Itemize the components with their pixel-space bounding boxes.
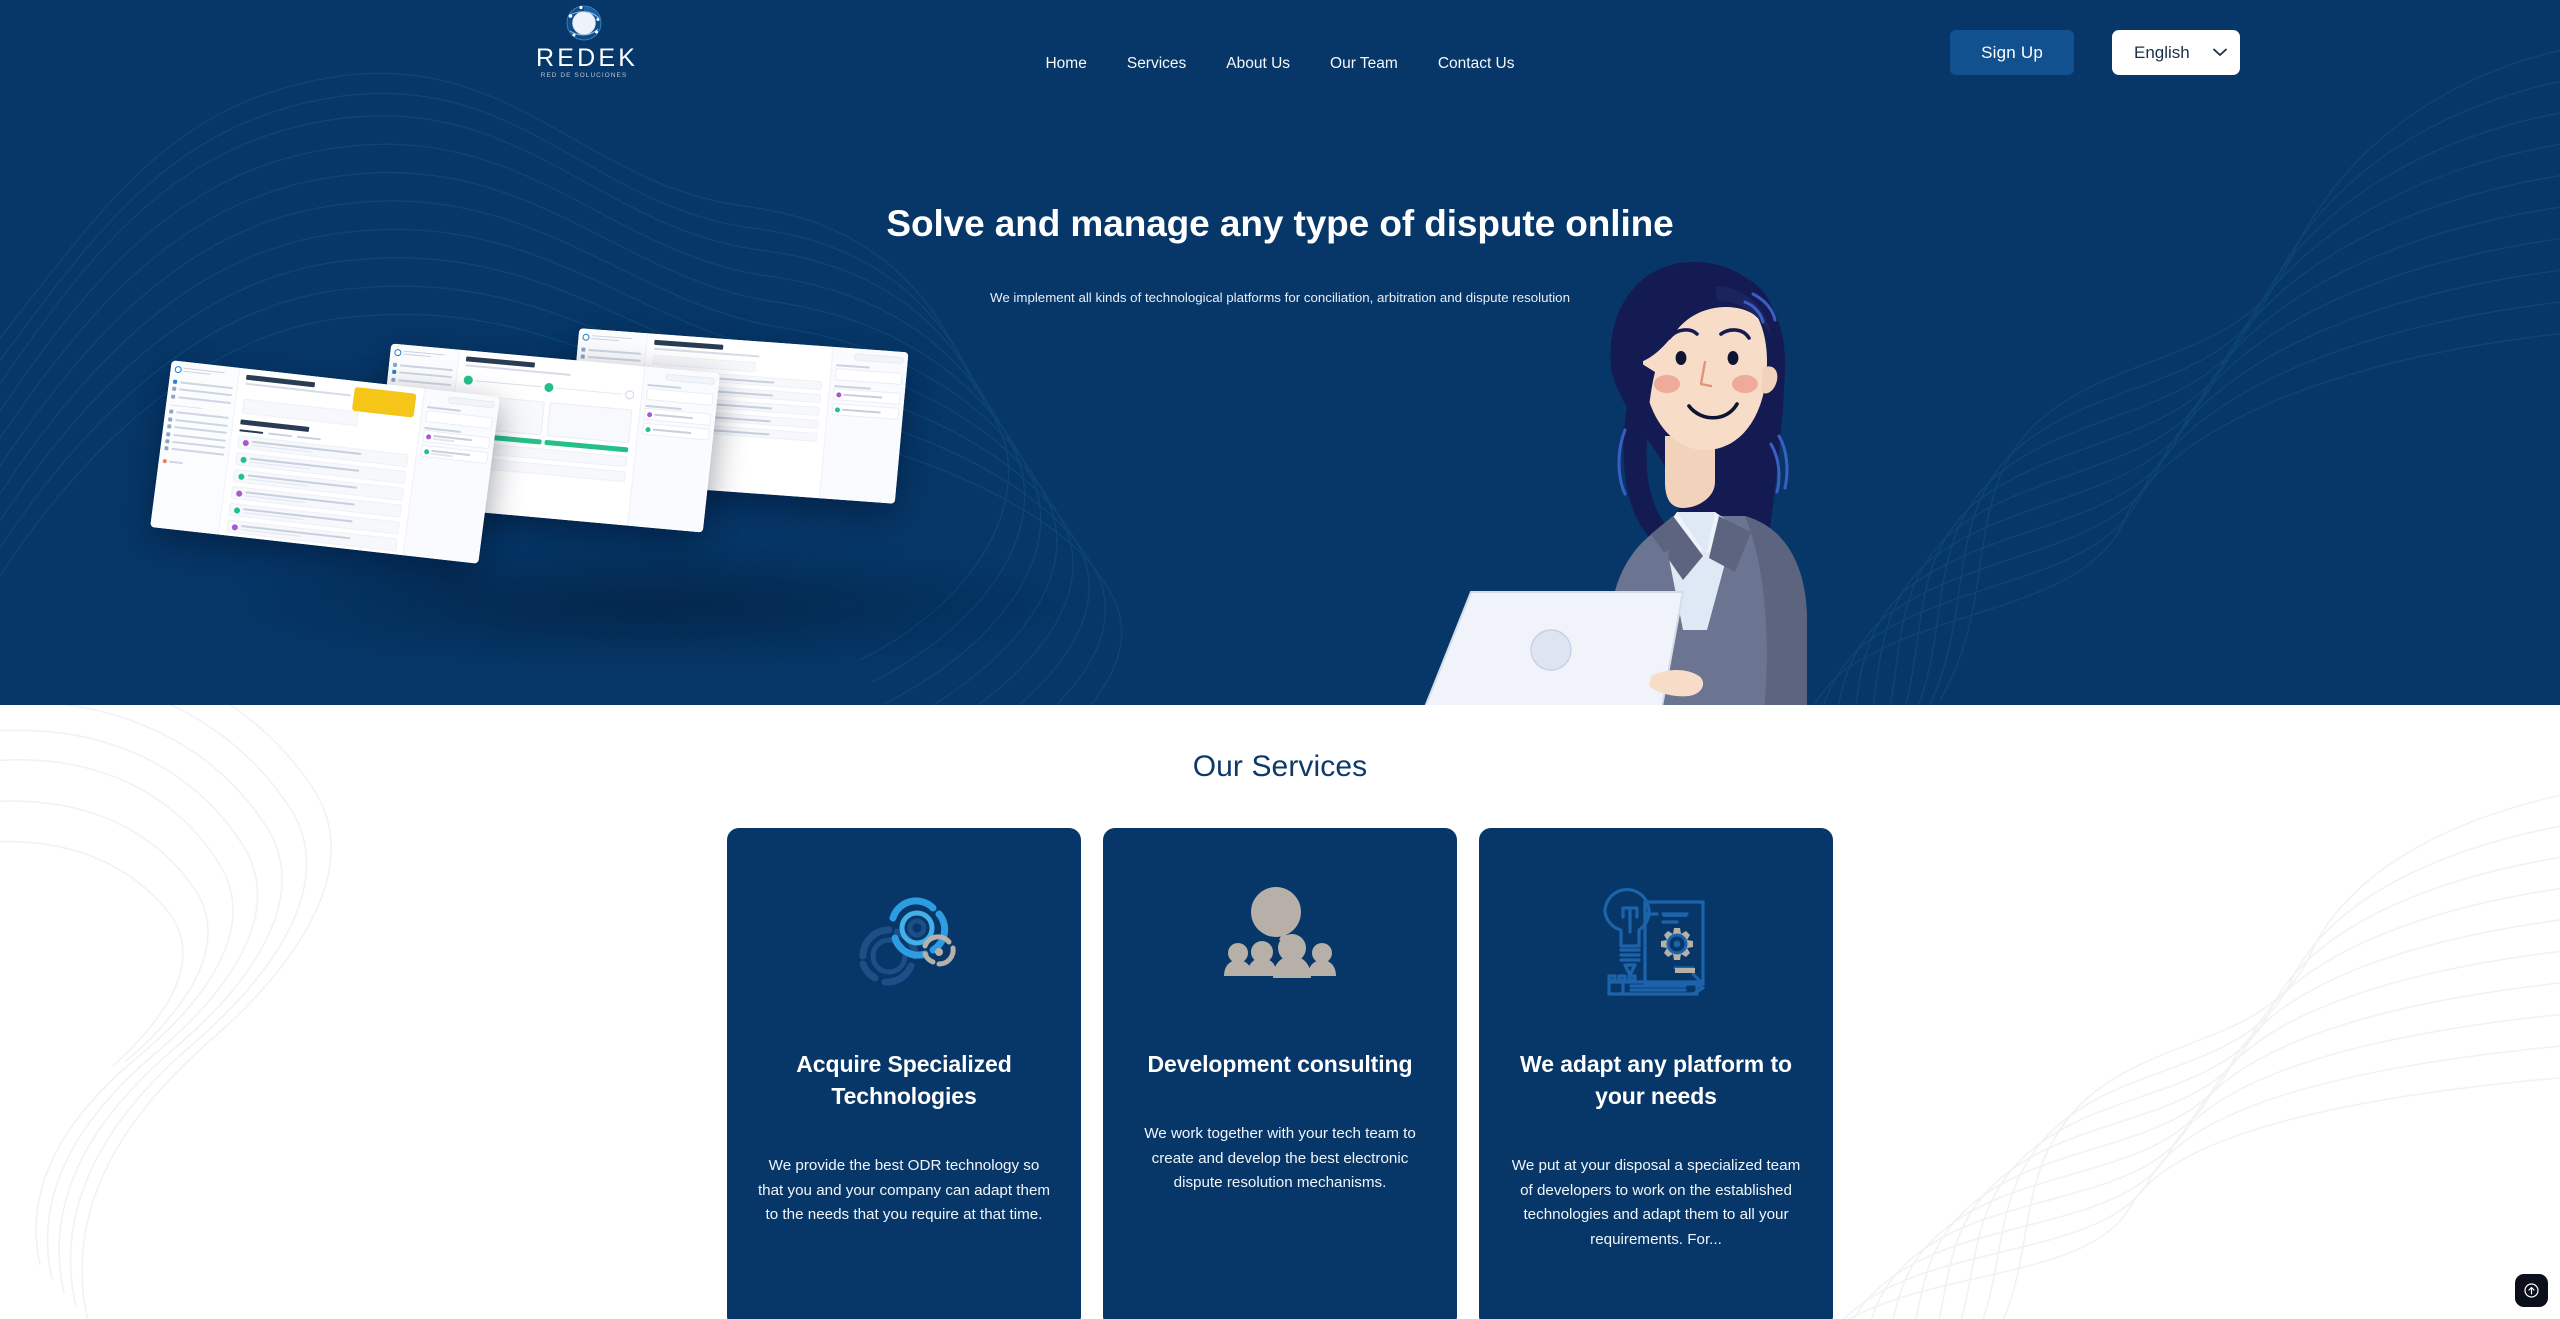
nav-item-services[interactable]: Services: [1107, 54, 1206, 74]
landing-page: REDEK RED DE SOLUCIONES Home Services Ab…: [0, 0, 2560, 1319]
sign-up-button[interactable]: Sign Up: [1950, 30, 2074, 75]
accessibility-widget-button[interactable]: [2515, 1274, 2548, 1307]
nav-item-about-us[interactable]: About Us: [1206, 54, 1310, 74]
hero-artwork: [0, 261, 2560, 705]
people-speech-bubble-icon: [1133, 880, 1427, 1000]
brand-tagline: RED DE SOLUCIONES: [540, 72, 628, 79]
mockups-shadow: [210, 540, 1090, 670]
nav-link-about-us[interactable]: About Us: [1206, 54, 1310, 74]
main-navigation: REDEK RED DE SOLUCIONES Home Services Ab…: [0, 0, 2560, 92]
dashboard-mockups: [150, 310, 1160, 705]
service-card-technologies[interactable]: Acquire Specialized Technologies We prov…: [727, 828, 1081, 1319]
nav-actions: Sign Up English Español: [1950, 30, 2240, 75]
nav-link-home[interactable]: Home: [1025, 54, 1106, 74]
hero-title: Solve and manage any type of dispute onl…: [886, 203, 1674, 244]
hero-subtitle: We implement all kinds of technological …: [990, 290, 1570, 305]
service-card-body: We put at your disposal a specialized te…: [1511, 1157, 1801, 1248]
service-card-body: We provide the best ODR technology so th…: [757, 1157, 1051, 1223]
nav-item-our-team[interactable]: Our Team: [1310, 54, 1418, 74]
nav-item-contact-us[interactable]: Contact Us: [1418, 54, 1535, 74]
woman-presenting-illustration: [1424, 261, 1807, 705]
service-card-title: We adapt any platform to your needs: [1520, 1051, 1792, 1109]
mockup-dashboard: [150, 360, 500, 564]
network-sphere-icon: [566, 5, 602, 41]
nav-links: Home Services About Us Our Team Contact …: [1025, 54, 1534, 74]
services-cards: Acquire Specialized Technologies We prov…: [0, 828, 2560, 1319]
gears-circles-icon: [757, 880, 1051, 1000]
lightbulb-book-gear-icon: [1509, 880, 1803, 1000]
services-heading: Our Services: [1192, 750, 1368, 783]
hero-section: REDEK RED DE SOLUCIONES Home Services Ab…: [0, 0, 2560, 705]
service-card-adaptation[interactable]: We adapt any platform to your needs We p…: [1479, 828, 1833, 1319]
service-card-body: We work together with your tech team to …: [1144, 1125, 1416, 1191]
circle-arrow-up-icon: [2524, 1283, 2539, 1298]
language-selector[interactable]: English Español: [2112, 30, 2240, 75]
nav-link-contact-us[interactable]: Contact Us: [1418, 54, 1535, 74]
services-section: Our Services Acquire Specialized Technol…: [0, 705, 2560, 1319]
service-card-consulting[interactable]: Development consulting We work together …: [1103, 828, 1457, 1319]
nav-item-home[interactable]: Home: [1025, 54, 1106, 74]
service-card-title: Acquire Specialized Technologies: [796, 1051, 1012, 1109]
hero-copy: Solve and manage any type of dispute onl…: [0, 203, 2560, 307]
language-select[interactable]: English Español: [2112, 30, 2240, 75]
service-card-title: Development consulting: [1147, 1051, 1413, 1077]
brand-name: REDEK: [536, 44, 639, 72]
brand-logo[interactable]: REDEK RED DE SOLUCIONES: [536, 2, 639, 80]
nav-link-our-team[interactable]: Our Team: [1310, 54, 1418, 74]
nav-link-services[interactable]: Services: [1107, 54, 1206, 74]
